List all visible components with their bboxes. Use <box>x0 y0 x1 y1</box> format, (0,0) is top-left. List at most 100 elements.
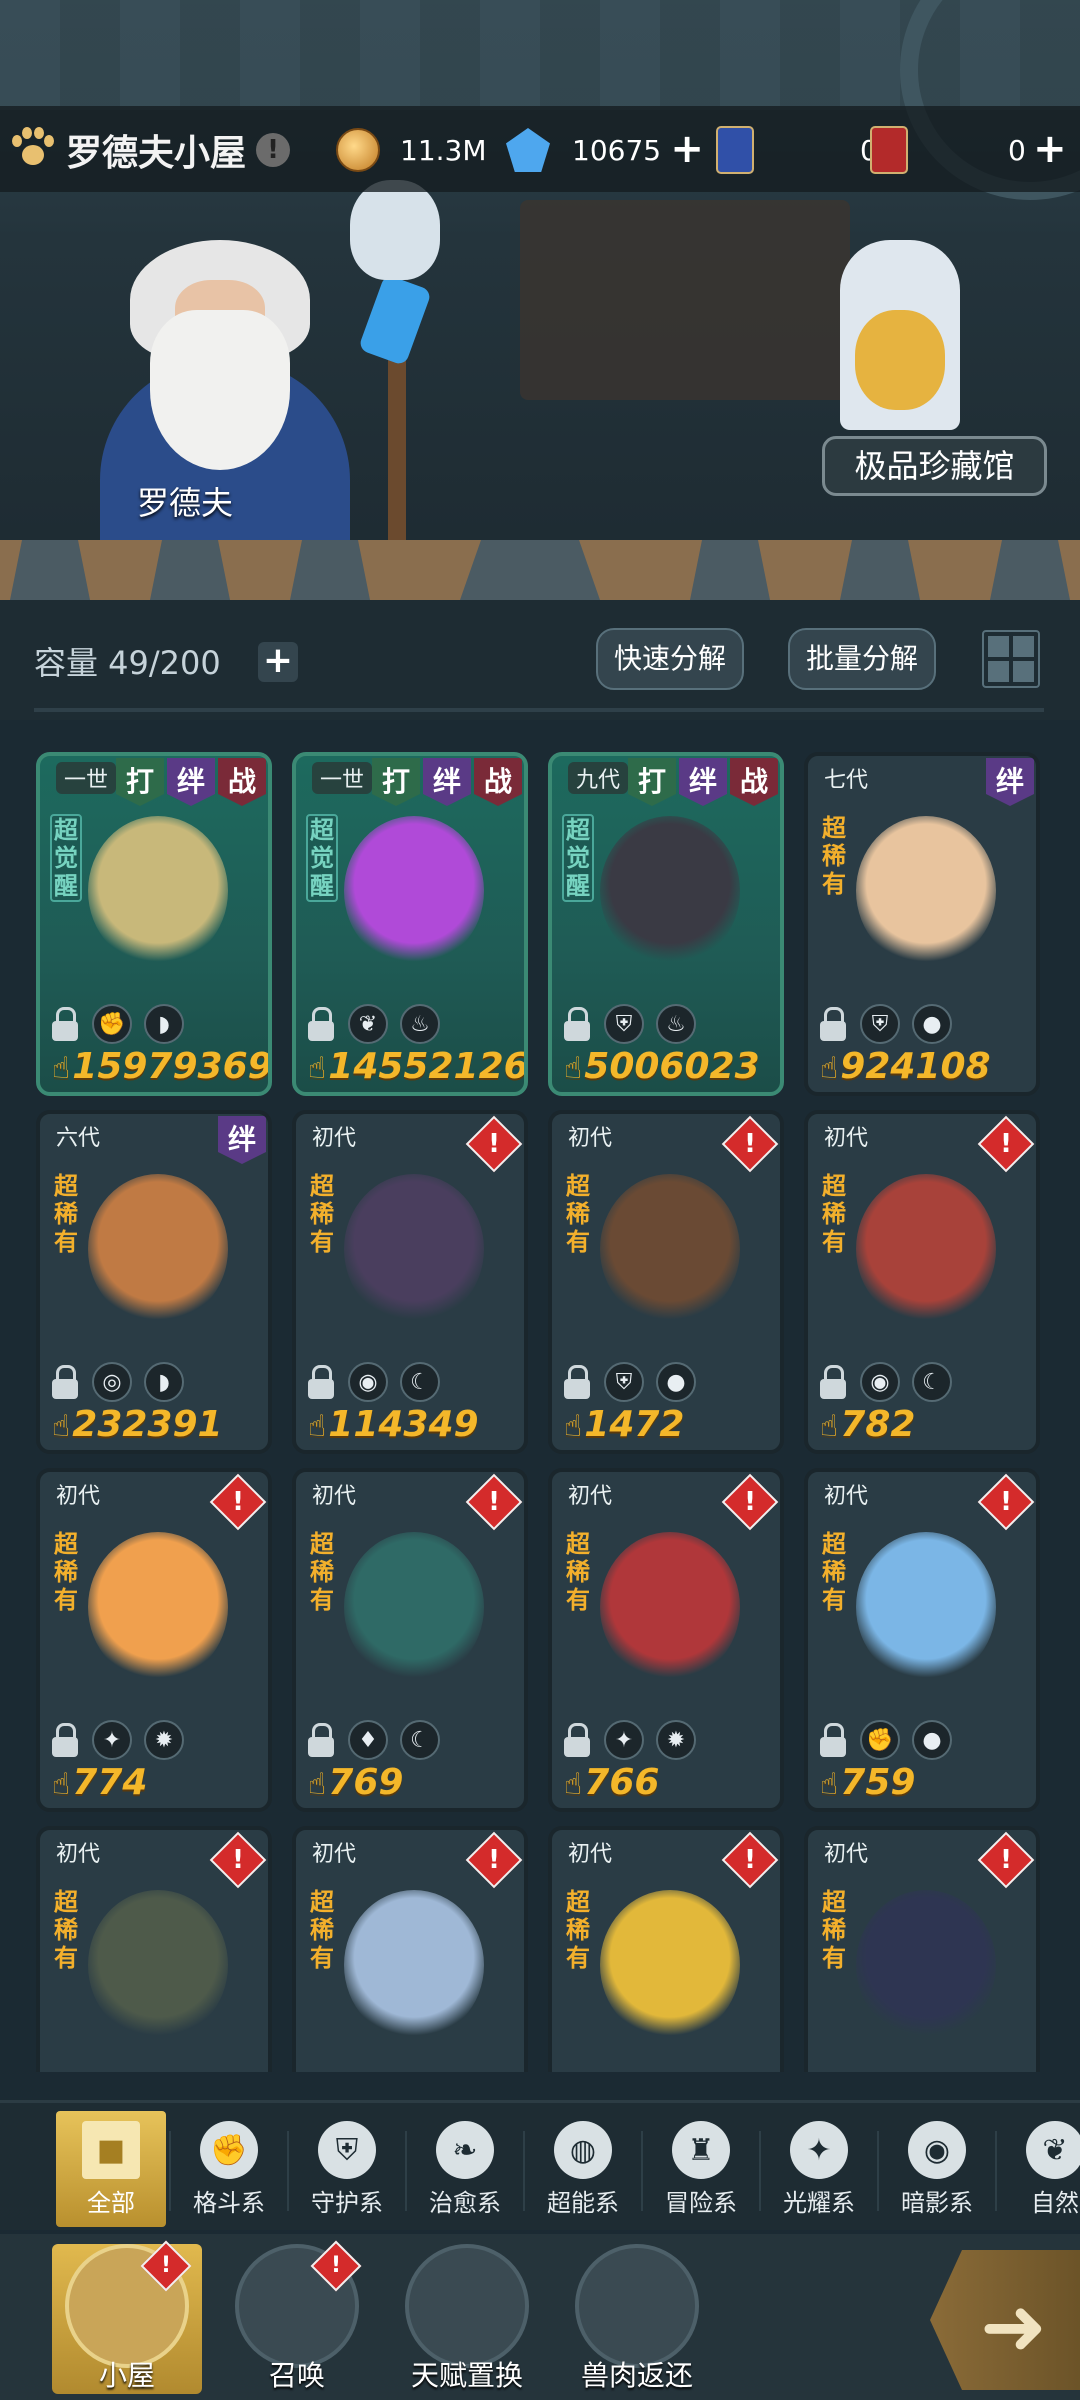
mind-icon: ◍ <box>554 2121 612 2179</box>
beast-card[interactable]: 初代! 超稀有 ✊ ● ☝759 <box>804 1468 1040 1812</box>
card-tag-bond: 绊 <box>218 1116 266 1164</box>
nav-summon[interactable]: 召唤! <box>222 2240 372 2394</box>
batch-decompose-button[interactable]: 批量分解 <box>788 628 936 690</box>
beast-card[interactable]: 初代! 超稀有 <box>804 1826 1040 2072</box>
card-tags: 绊 <box>218 1116 266 1164</box>
beast-card[interactable]: 一世打绊战超觉醒 ❦ ♨ ☝14552126 <box>292 752 528 1096</box>
card-icon-row: ◉ ☾ <box>306 1362 516 1402</box>
beast-portrait <box>344 1890 484 2040</box>
lock-icon[interactable] <box>818 1365 848 1399</box>
card-icon-row: ❦ ♨ <box>306 1004 516 1044</box>
shield-icon: ⛨ <box>604 1362 644 1402</box>
staff-with-owl-illustration <box>350 180 440 560</box>
lock-icon[interactable] <box>818 1723 848 1757</box>
tab-separator <box>405 2131 407 2211</box>
tab-lantern[interactable]: ♜ 冒险系 <box>646 2111 756 2227</box>
shield-icon: ⛨ <box>318 2121 376 2179</box>
museum-button[interactable]: 极品珍藏馆 <box>822 436 1047 496</box>
generation-label: 初代 <box>824 1842 869 1867</box>
beast-card[interactable]: 初代! 超稀有 ◉ ☾ ☝782 <box>804 1110 1040 1454</box>
rarity-label: 超稀有 <box>566 1172 590 1256</box>
add-tickets-button[interactable]: + <box>1032 129 1068 169</box>
lock-icon[interactable] <box>562 1007 592 1041</box>
add-gems-button[interactable]: + <box>669 129 705 169</box>
generation-label: 初代 <box>56 1484 101 1509</box>
card-tag-war: 战 <box>730 758 778 806</box>
beast-card[interactable]: 初代! 超稀有 ◉ ☾ ☝114349 <box>292 1110 528 1454</box>
lock-icon[interactable] <box>306 1365 336 1399</box>
resource-bar: 罗德夫小屋 ! 11.3M 10675 + 0 0 + <box>0 106 1080 192</box>
tab-leaf[interactable]: ❦ 自然 <box>1000 2111 1080 2227</box>
beast-card[interactable]: 初代! 超稀有 ⛨ ● ☝1472 <box>548 1110 784 1454</box>
lock-icon[interactable] <box>818 1007 848 1041</box>
beast-card[interactable]: 初代! 超稀有 ♦ ☾ ☝769 <box>292 1468 528 1812</box>
beast-portrait <box>856 1174 996 1324</box>
tab-blocks[interactable]: ■ 全部 <box>56 2111 166 2227</box>
nav-talent-swap[interactable]: 天赋置换 <box>392 2244 542 2394</box>
power-number: 766 <box>584 1762 660 1803</box>
beast-card[interactable]: 七代绊超稀有 ⛨ ● ☝924108 <box>804 752 1040 1096</box>
lantern-icon: ♜ <box>672 2121 730 2179</box>
nav-home[interactable]: 小屋! <box>52 2240 202 2394</box>
tab-shield[interactable]: ⛨ 守护系 <box>292 2111 402 2227</box>
tab-separator <box>523 2131 525 2211</box>
nav-meat-refund[interactable]: 兽肉返还 <box>562 2244 712 2394</box>
beast-card[interactable]: 初代! 超稀有 <box>36 1826 272 2072</box>
capacity-label: 容量 49/200 <box>34 644 221 682</box>
power-number: 759 <box>840 1762 916 1803</box>
tab-star-cross[interactable]: ✦ 光耀系 <box>764 2111 874 2227</box>
lock-icon[interactable] <box>562 1365 592 1399</box>
tab-separator <box>759 2131 761 2211</box>
generation-label: 初代 <box>312 1842 357 1867</box>
expand-capacity-button[interactable]: + <box>258 642 298 682</box>
gem-icon <box>506 128 550 172</box>
npc-name-label: 罗德夫 <box>136 484 233 522</box>
lock-icon[interactable] <box>50 1723 80 1757</box>
alert-badge-icon: ! <box>977 1831 1035 1889</box>
power-value: ☝5006023 <box>564 1046 780 1087</box>
alert-badge-icon: ! <box>209 1831 267 1889</box>
lock-icon[interactable] <box>306 1723 336 1757</box>
beast-card[interactable]: 初代! 超稀有 <box>292 1826 528 2072</box>
card-icon-row: ♦ ☾ <box>306 1720 516 1760</box>
museum-trophy-illustration[interactable] <box>800 210 1000 440</box>
gem-resource: 10675 + <box>506 126 705 174</box>
power-value: ☝114349 <box>308 1404 524 1445</box>
power-number: 774 <box>72 1762 148 1803</box>
lock-icon[interactable] <box>50 1007 80 1041</box>
beast-card[interactable]: 六代绊超稀有 ◎ ◗ ☝232391 <box>36 1110 272 1454</box>
tab-sprout[interactable]: ❧ 治愈系 <box>410 2111 520 2227</box>
lock-icon[interactable] <box>306 1007 336 1041</box>
tab-fist[interactable]: ✊ 格斗系 <box>174 2111 284 2227</box>
fist-icon: ✊ <box>92 1004 132 1044</box>
rarity-label: 超稀有 <box>54 1530 78 1614</box>
tab-separator <box>169 2131 171 2211</box>
quick-decompose-button[interactable]: 快速分解 <box>596 628 744 690</box>
beast-card[interactable]: 初代! 超稀有 ✦ ✹ ☝766 <box>548 1468 784 1812</box>
tab-eye[interactable]: ◉ 暗影系 <box>882 2111 992 2227</box>
eye-icon: ◉ <box>348 1362 388 1402</box>
beast-card[interactable]: 一世打绊战超觉醒 ✊ ◗ ☝15979369 <box>36 752 272 1096</box>
rarity-label: 超稀有 <box>822 1172 846 1256</box>
home-info-button[interactable]: ! <box>256 133 291 167</box>
beast-portrait <box>856 1890 996 2040</box>
moon-icon: ☾ <box>400 1362 440 1402</box>
target-icon: ◎ <box>92 1362 132 1402</box>
power-value: ☝774 <box>52 1762 268 1803</box>
grid-view-icon[interactable] <box>982 630 1040 688</box>
power-value: ☝1472 <box>564 1404 780 1445</box>
beast-card[interactable]: 初代! 超稀有 ✦ ✹ ☝774 <box>36 1468 272 1812</box>
beast-card[interactable]: 初代! 超稀有 <box>548 1826 784 2072</box>
lock-icon[interactable] <box>50 1365 80 1399</box>
alert-badge-icon: ! <box>977 1473 1035 1531</box>
eye-icon: ◉ <box>908 2121 966 2179</box>
tab-label: 守护系 <box>311 2189 383 2217</box>
tab-mind[interactable]: ◍ 超能系 <box>528 2111 638 2227</box>
tab-label: 冒险系 <box>665 2189 737 2217</box>
lock-icon[interactable] <box>562 1723 592 1757</box>
generation-label: 一世 <box>312 762 373 794</box>
power-value: ☝14552126 <box>308 1046 524 1087</box>
beast-card[interactable]: 九代打绊战超觉醒 ⛨ ♨ ☝5006023 <box>548 752 784 1096</box>
power-hand-icon: ☝ <box>52 1051 71 1086</box>
next-page-button[interactable]: ➜ <box>930 2250 1080 2390</box>
